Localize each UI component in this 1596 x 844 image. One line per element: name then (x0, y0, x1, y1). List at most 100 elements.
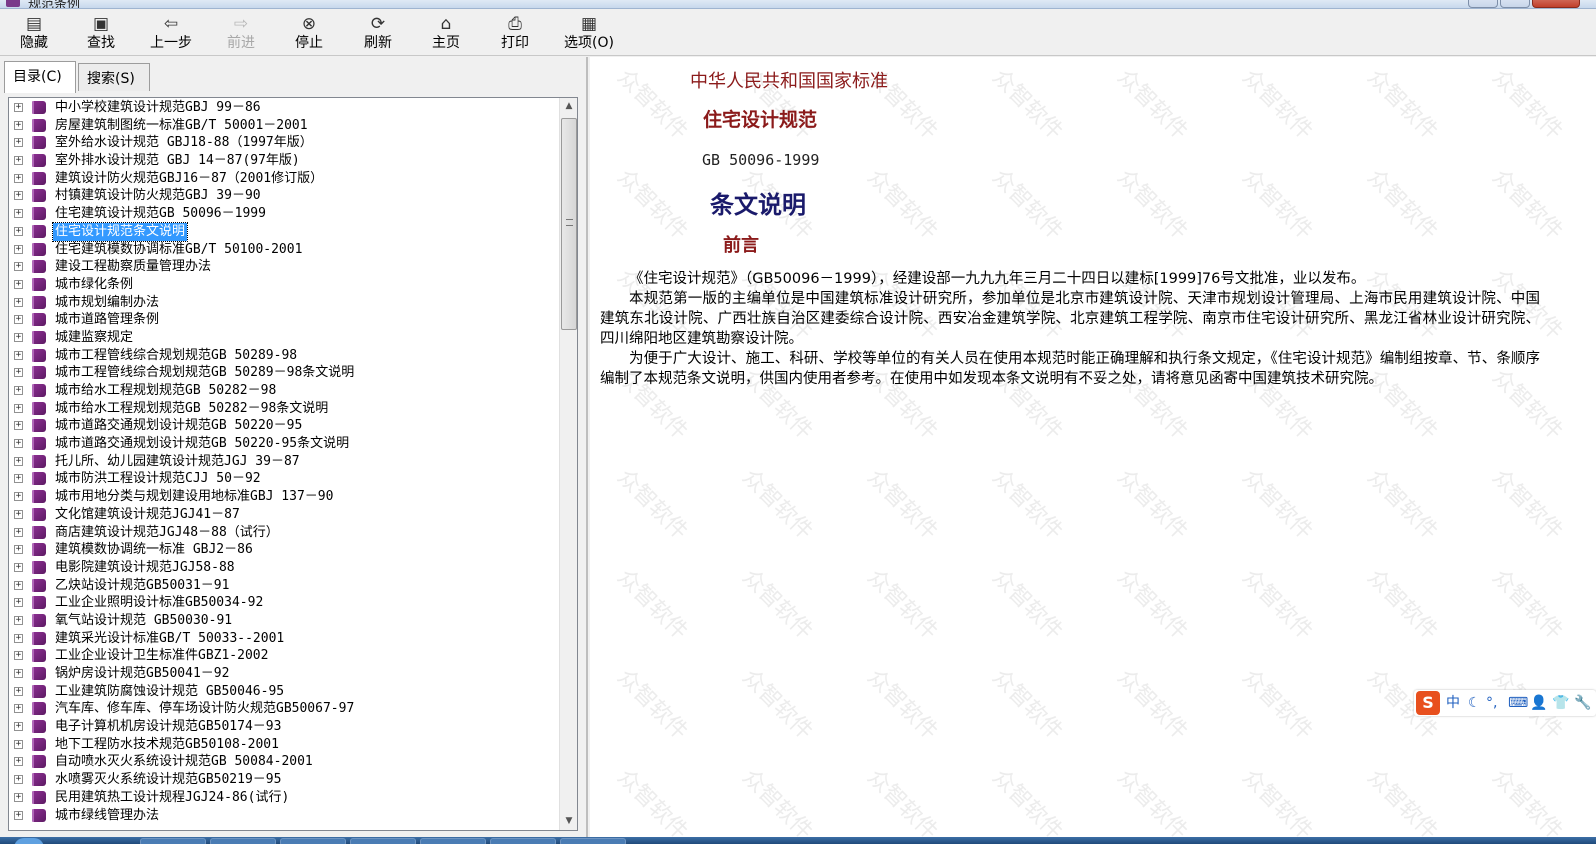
expand-plus-icon[interactable]: + (14, 509, 23, 519)
moon-icon[interactable]: ☾ (1468, 694, 1481, 712)
tree-item-label[interactable]: 工业企业设计卫生标准件GBZ1-2002 (53, 647, 270, 665)
tree-item[interactable]: + 商店建筑设计规范JGJ48－88（试行） (9, 524, 553, 542)
contents-tree[interactable]: + 中小学校建筑设计规范GBJ 99－86 + 房屋建筑制图统一标准GB/T 5000… (9, 98, 553, 830)
home-button[interactable]: ⌂ 主页 (415, 14, 477, 54)
expand-plus-icon[interactable]: + (14, 421, 23, 431)
tree-item[interactable]: + 民用建筑热工设计规程JGJ24-86(试行) (9, 789, 553, 807)
ime-mode-toggle[interactable]: 中 (1446, 694, 1460, 712)
expand-plus-icon[interactable]: + (14, 492, 23, 502)
tree-item[interactable]: + 工业建筑防腐蚀设计规范 GB50046-95 (9, 683, 553, 701)
expand-plus-icon[interactable]: + (14, 120, 23, 130)
taskbar-item[interactable] (490, 838, 556, 844)
tree-item[interactable]: + 城市规划编制办法 (9, 294, 553, 312)
tree-item-label[interactable]: 建筑模数协调统一标准 GBJ2－86 (53, 541, 255, 559)
keyboard-icon[interactable]: ⌨ (1508, 694, 1528, 712)
tree-item[interactable]: + 建筑采光设计标准GB/T 50033--2001 (9, 630, 553, 648)
scroll-up-icon[interactable]: ▲ (560, 98, 578, 115)
tree-item-label[interactable]: 电子计算机机房设计规范GB50174－93 (53, 718, 283, 736)
tree-item-label[interactable]: 住宅建筑模数协调标准GB/T 50100-2001 (53, 241, 304, 259)
tree-item-label[interactable]: 托儿所、幼儿园建筑设计规范JGJ 39－87 (53, 453, 302, 471)
tree-item-label[interactable]: 室外排水设计规范 GBJ 14－87(97年版) (53, 152, 302, 170)
tree-item[interactable]: + 村镇建筑设计防火规范GBJ 39－90 (9, 187, 553, 205)
tree-item[interactable]: + 工业企业设计卫生标准件GBZ1-2002 (9, 647, 553, 665)
tree-item-label[interactable]: 城市给水工程规划规范GB 50282－98条文说明 (53, 400, 330, 418)
tree-item-label[interactable]: 工业建筑防腐蚀设计规范 GB50046-95 (53, 683, 286, 701)
tree-item[interactable]: + 城市给水工程规划规范GB 50282－98条文说明 (9, 400, 553, 418)
tree-item-label[interactable]: 民用建筑热工设计规程JGJ24-86(试行) (53, 789, 291, 807)
expand-plus-icon[interactable]: + (14, 244, 23, 254)
tree-item[interactable]: + 城市道路交通规划设计规范GB 50220－95 (9, 417, 553, 435)
expand-plus-icon[interactable]: + (14, 297, 23, 307)
taskbar-item[interactable] (560, 838, 626, 844)
tree-item-label[interactable]: 文化馆建筑设计规范JGJ41－87 (53, 506, 242, 524)
tree-scrollbar[interactable]: ▲ ▼ (559, 98, 577, 830)
tree-item-label[interactable]: 房屋建筑制图统一标准GB/T 50001－2001 (53, 117, 310, 135)
tree-item-label[interactable]: 城市道路交通规划设计规范GB 50220－95 (53, 417, 304, 435)
tree-item[interactable]: + 中小学校建筑设计规范GBJ 99－86 (9, 99, 553, 117)
tree-item-label[interactable]: 城建监察规定 (53, 329, 135, 347)
expand-plus-icon[interactable]: + (14, 368, 23, 378)
expand-plus-icon[interactable]: + (14, 209, 23, 219)
expand-plus-icon[interactable]: + (14, 810, 23, 820)
tree-item-label[interactable]: 自动喷水灭火系统设计规范GB 50084-2001 (53, 753, 315, 771)
tree-item[interactable]: + 托儿所、幼儿园建筑设计规范JGJ 39－87 (9, 453, 553, 471)
sogou-logo-icon[interactable]: S (1416, 691, 1440, 715)
tree-item[interactable]: + 文化馆建筑设计规范JGJ41－87 (9, 506, 553, 524)
tree-item[interactable]: + 城市道路交通规划设计规范GB 50220-95条文说明 (9, 435, 553, 453)
tree-item[interactable]: + 地下工程防水技术规范GB50108-2001 (9, 736, 553, 754)
tree-item[interactable]: + 氧气站设计规范 GB50030-91 (9, 612, 553, 630)
expand-plus-icon[interactable]: + (14, 775, 23, 785)
tree-item[interactable]: + 电影院建筑设计规范JGJ58-88 (9, 559, 553, 577)
tree-item[interactable]: + 电子计算机机房设计规范GB50174－93 (9, 718, 553, 736)
tree-item[interactable]: + 室外排水设计规范 GBJ 14－87(97年版) (9, 152, 553, 170)
expand-plus-icon[interactable]: + (14, 350, 23, 360)
expand-plus-icon[interactable]: + (14, 456, 23, 466)
tree-item[interactable]: + 城市道路管理条例 (9, 311, 553, 329)
taskbar-item[interactable] (210, 838, 276, 844)
tree-item-label[interactable]: 城市绿线管理办法 (53, 807, 161, 825)
tree-item[interactable]: + 住宅建筑模数协调标准GB/T 50100-2001 (9, 241, 553, 259)
ime-toolbar[interactable]: S 中 ☾ °, ⌨ 👤 👕 🔧 (1414, 690, 1596, 716)
options-button[interactable]: ▦ 选项(O) (554, 14, 624, 54)
close-button[interactable] (1532, 0, 1580, 8)
expand-plus-icon[interactable]: + (14, 651, 23, 661)
print-button[interactable]: ⎙ 打印 (484, 14, 546, 54)
taskbar-item[interactable] (280, 838, 346, 844)
user-icon[interactable]: 👤 (1530, 694, 1547, 712)
tree-item-label[interactable]: 城市工程管线综合规划规范GB 50289－98条文说明 (53, 364, 356, 382)
hide-button[interactable]: ▤ 隐藏 (3, 14, 65, 54)
tree-item-label[interactable]: 电影院建筑设计规范JGJ58-88 (53, 559, 237, 577)
expand-plus-icon[interactable]: + (14, 138, 23, 148)
tab-search[interactable]: 搜索(S) (78, 63, 150, 91)
expand-plus-icon[interactable]: + (14, 262, 23, 272)
expand-plus-icon[interactable]: + (14, 279, 23, 289)
expand-plus-icon[interactable]: + (14, 757, 23, 767)
expand-plus-icon[interactable]: + (14, 722, 23, 732)
expand-plus-icon[interactable]: + (14, 686, 23, 696)
tree-item[interactable]: + 城建监察规定 (9, 329, 553, 347)
tree-item[interactable]: + 住宅设计规范条文说明 (9, 221, 553, 242)
find-button[interactable]: ▣ 查找 (70, 14, 132, 54)
tree-item[interactable]: + 房屋建筑制图统一标准GB/T 50001－2001 (9, 117, 553, 135)
tree-item-label[interactable]: 住宅建筑设计规范GB 50096－1999 (53, 205, 268, 223)
expand-plus-icon[interactable]: + (14, 562, 23, 572)
expand-plus-icon[interactable]: + (14, 226, 23, 236)
expand-plus-icon[interactable]: + (14, 156, 23, 166)
tree-item[interactable]: + 城市绿线管理办法 (9, 807, 553, 825)
expand-plus-icon[interactable]: + (14, 103, 23, 112)
tree-item[interactable]: + 城市绿化条例 (9, 276, 553, 294)
taskbar-item[interactable] (140, 838, 206, 844)
tree-item[interactable]: + 住宅建筑设计规范GB 50096－1999 (9, 205, 553, 223)
expand-plus-icon[interactable]: + (14, 792, 23, 802)
minimize-button[interactable] (1468, 0, 1498, 8)
scroll-down-icon[interactable]: ▼ (560, 813, 578, 830)
tree-item-label[interactable]: 乙炔站设计规范GB50031－91 (53, 577, 231, 595)
tree-item-label[interactable]: 城市绿化条例 (53, 276, 135, 294)
tree-item-label[interactable]: 建设工程勘察质量管理办法 (53, 258, 213, 276)
tree-item-label[interactable]: 城市工程管线综合规划规范GB 50289-98 (53, 347, 299, 365)
tree-item-label[interactable]: 城市道路管理条例 (53, 311, 161, 329)
tree-item-label[interactable]: 氧气站设计规范 GB50030-91 (53, 612, 234, 630)
punctuation-icon[interactable]: °, (1486, 694, 1497, 712)
tree-item-label[interactable]: 锅炉房设计规范GB50041－92 (53, 665, 231, 683)
tree-item-label[interactable]: 商店建筑设计规范JGJ48－88（试行） (53, 524, 281, 542)
